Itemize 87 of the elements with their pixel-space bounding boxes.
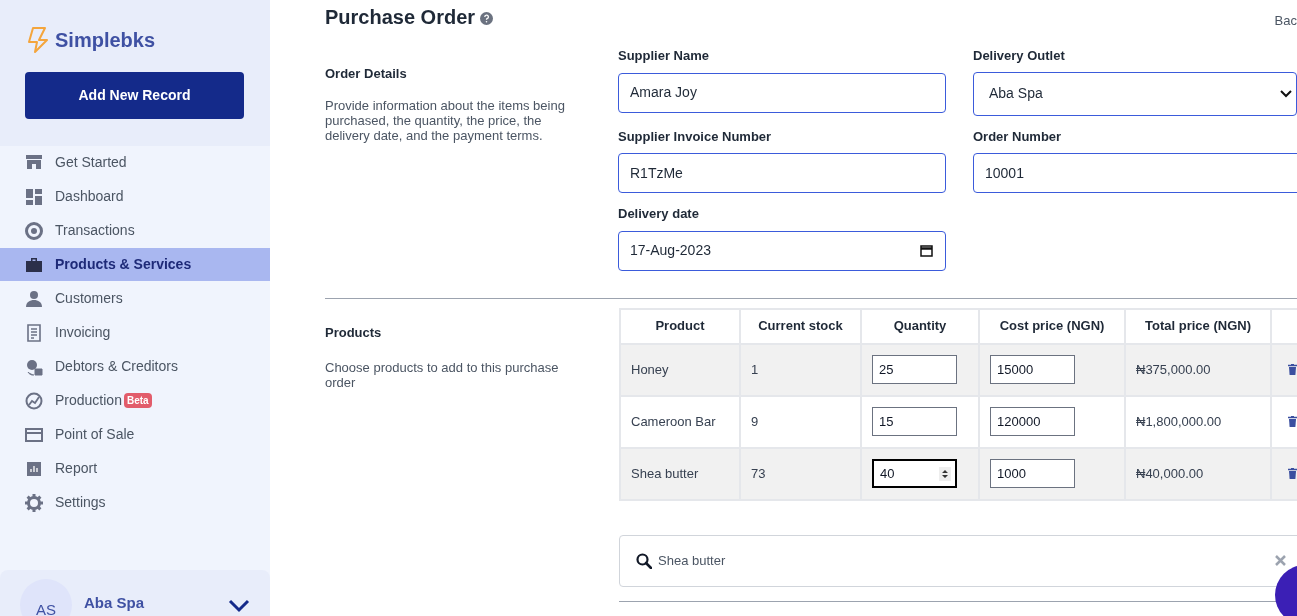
nav-item[interactable]: Invoicing [0,316,270,349]
table-cell: Honey [620,343,740,396]
search-icon [636,552,652,569]
input-field[interactable]: R1TzMe [618,153,946,193]
table-cell: ₦1,800,000.00 [1125,395,1271,448]
person-icon [25,289,43,308]
nav-label: Production [55,391,122,410]
table-cell: Cameroon Bar [620,395,740,448]
number-field[interactable]: 120000 [990,407,1075,436]
table-cell: ₦40,000.00 [1125,447,1271,500]
column-header: Current stock [740,308,861,344]
input-field[interactable]: Amara Joy [618,72,946,113]
column-header: Total price (NGN) [1125,308,1271,344]
nav-item[interactable]: Customers [0,282,270,315]
briefcase-icon [25,255,43,274]
coin-person-icon [25,357,43,376]
nav-item[interactable]: Point of Sale [0,418,270,451]
column-header: Product [620,308,740,344]
search-field[interactable]: Shea butter [619,534,1297,587]
nav-label: Report [55,459,98,478]
nav-label: Customers [55,289,123,308]
nav-label: Settings [55,493,106,512]
column-header: Cost price (NGN) [979,308,1125,344]
table-cell: Shea butter [620,447,740,500]
settings-icon [25,493,43,512]
number-field[interactable]: 40 [872,459,957,488]
avatar: AS [20,579,72,616]
nav-item[interactable]: Debtors & Creditors [0,350,270,383]
input-field[interactable]: 10001 [973,153,1297,193]
nav-item[interactable]: Transactions [0,214,270,247]
card-icon [25,425,43,444]
section-description: Provide information about the items being purchased, the quantity, the price, the delivery date, and the payment terms. [325,97,566,143]
spinner-icon[interactable] [939,466,951,481]
page-title: Purchase Order [325,5,476,30]
store-icon [25,153,43,172]
field-label: Delivery date [618,205,700,223]
bar-chart-icon [25,459,43,478]
profile-card[interactable]: AS Aba Spa [0,570,270,616]
calendar-icon[interactable] [920,244,933,257]
column-header: Quantity [861,308,979,344]
nav-item[interactable]: Get Started [0,146,270,179]
table-cell: 1 [740,343,861,396]
trash-icon[interactable] [1288,416,1297,427]
nav-label: Products & Services [55,255,192,274]
delivery-outlet-select[interactable]: Aba Spa [973,71,1297,116]
trash-icon[interactable] [1288,364,1297,375]
field-label: Order Number [973,127,1063,146]
nav-item[interactable]: Dashboard [0,180,270,213]
number-field[interactable]: 25 [872,355,957,384]
chevron-down-icon[interactable] [228,599,250,613]
dashboard-icon [25,187,43,206]
back-link[interactable]: Bac [1274,11,1297,31]
chart-circle-icon [25,391,43,410]
chevron-down-icon [1280,89,1292,98]
section-description: Choose products to add to this purchase order [325,360,560,390]
brand-name: Simplebks [55,28,156,53]
receipt-icon [25,323,43,342]
add-new-record-button[interactable]: Add New Record [25,72,244,119]
nav-label: Invoicing [55,323,111,342]
nav-label: Transactions [55,221,135,240]
field-label: Delivery Outlet [973,47,1066,65]
table-cell: 73 [740,447,861,500]
nav-label: Point of Sale [55,425,135,444]
coin-icon [25,221,43,240]
field-label: Supplier Invoice Number [618,127,773,146]
nav-item[interactable]: Production Beta [0,384,270,417]
trash-icon[interactable] [1288,468,1297,479]
number-field[interactable]: 15000 [990,355,1075,384]
logo-icon [25,26,51,54]
number-field[interactable]: 15 [872,407,957,436]
field-label: Supplier Name [618,47,711,65]
beta-badge: Beta [123,393,152,408]
table-cell: ₦375,000.00 [1125,343,1271,396]
nav-item[interactable]: Report [0,452,270,485]
nav-label: Get Started [55,153,127,172]
date-field[interactable]: 17-Aug-2023 [618,230,946,271]
search-text: Shea butter [658,551,726,570]
section-heading: Products [325,323,383,342]
nav-item[interactable]: Products & Services [0,248,270,281]
nav-item[interactable]: Settings [0,486,270,519]
help-icon[interactable] [480,11,494,25]
profile-name: Aba Spa [84,592,144,613]
table-cell: 9 [740,395,861,448]
section-heading: Order Details [325,65,408,83]
nav-label: Dashboard [55,187,124,206]
number-field[interactable]: 1000 [990,459,1075,488]
nav-label: Debtors & Creditors [55,357,178,376]
